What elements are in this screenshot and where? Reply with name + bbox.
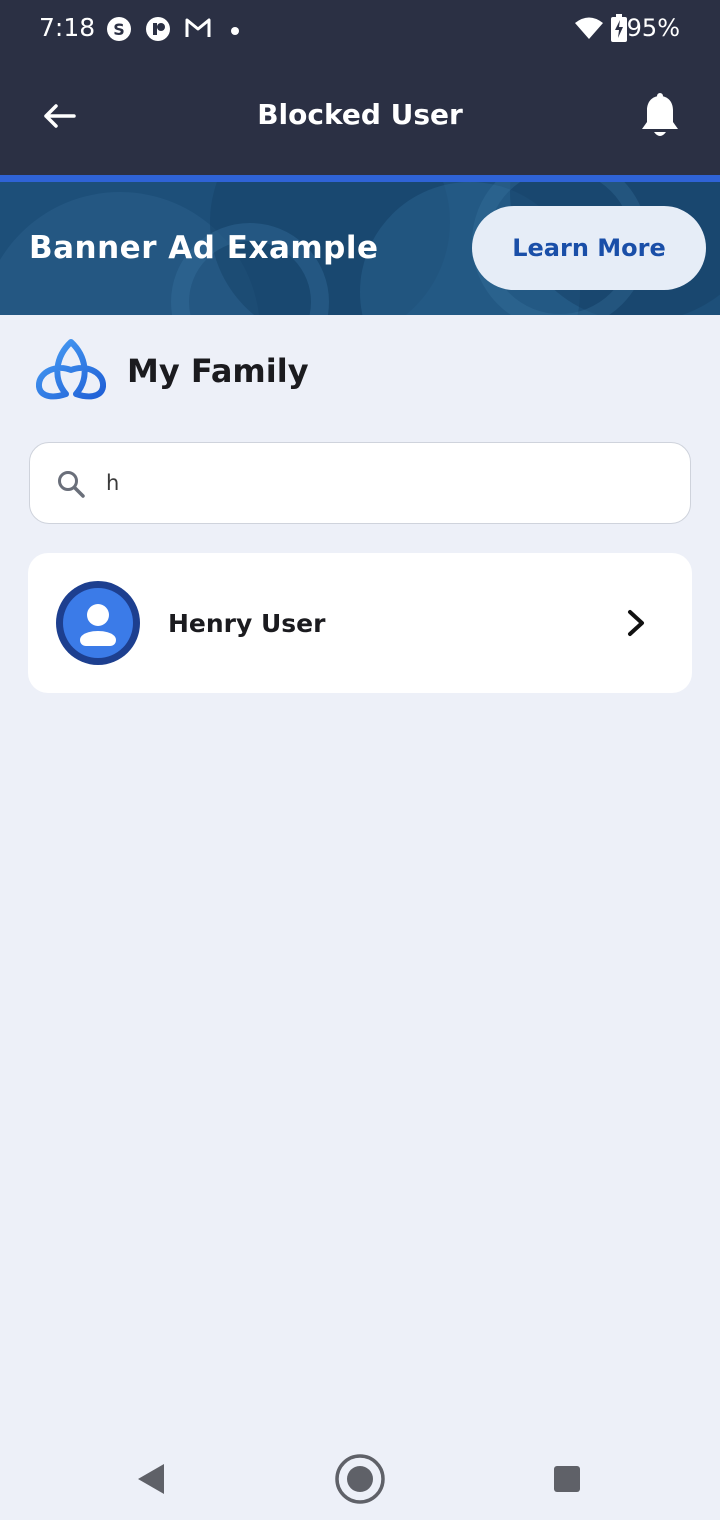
user-name: Henry User bbox=[168, 609, 326, 638]
gmail-icon bbox=[184, 16, 212, 45]
search-icon bbox=[56, 469, 86, 504]
dot-icon bbox=[230, 23, 240, 41]
nav-recents-button[interactable] bbox=[553, 1465, 581, 1498]
banner-ad[interactable]: Banner Ad Example Learn More bbox=[0, 182, 720, 315]
bell-icon bbox=[642, 93, 678, 136]
accent-divider bbox=[0, 175, 720, 182]
battery-charging-icon bbox=[611, 14, 627, 47]
chevron-right-icon bbox=[622, 607, 650, 644]
wifi-icon bbox=[574, 16, 604, 45]
avatar bbox=[55, 580, 141, 671]
system-nav-bar bbox=[0, 1440, 720, 1520]
page-title: Blocked User bbox=[257, 98, 463, 131]
triquetra-logo-icon bbox=[35, 338, 107, 409]
person-icon bbox=[56, 581, 140, 665]
reddit-like-icon bbox=[145, 16, 171, 47]
skype-icon: S bbox=[106, 16, 132, 47]
search-field[interactable] bbox=[29, 442, 691, 524]
status-time: 7:18 bbox=[39, 13, 96, 42]
nav-back-button[interactable] bbox=[136, 1462, 166, 1501]
status-bar: 7:18 S 95% bbox=[0, 0, 720, 56]
battery-percent: 95% bbox=[626, 14, 680, 42]
top-header: 7:18 S 95% Blocked User bbox=[0, 0, 720, 175]
nav-home-button[interactable] bbox=[333, 1452, 387, 1511]
search-input[interactable] bbox=[106, 461, 666, 505]
section-title: My Family bbox=[127, 352, 309, 390]
learn-more-button[interactable]: Learn More bbox=[472, 206, 706, 290]
notifications-button[interactable] bbox=[636, 92, 684, 142]
banner-title: Banner Ad Example bbox=[29, 230, 379, 266]
list-item[interactable]: Henry User bbox=[28, 553, 692, 693]
svg-text:S: S bbox=[113, 20, 125, 39]
